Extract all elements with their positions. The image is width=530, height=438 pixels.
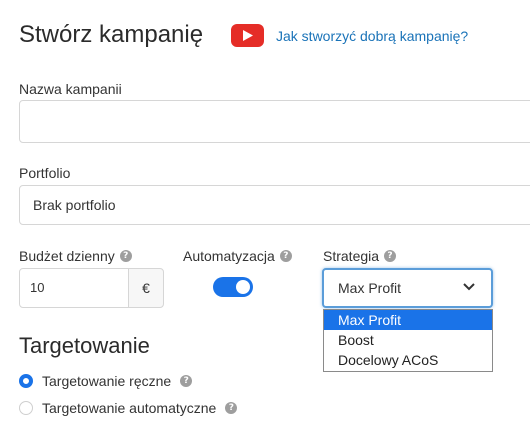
youtube-play-icon[interactable] bbox=[231, 24, 264, 47]
chevron-down-icon bbox=[463, 283, 475, 291]
question-icon[interactable]: ? bbox=[279, 250, 292, 262]
portfolio-select[interactable]: Brak portfolio bbox=[19, 185, 530, 225]
toggle-knob bbox=[236, 280, 250, 294]
radio-selected-icon[interactable] bbox=[19, 374, 33, 388]
automation-toggle[interactable] bbox=[213, 277, 253, 297]
page-title: Stwórz kampanię bbox=[19, 21, 204, 48]
strategy-option-boost[interactable]: Boost bbox=[324, 330, 492, 350]
strategy-label: Strategia ? bbox=[323, 247, 397, 265]
automation-label: Automatyzacja ? bbox=[183, 247, 292, 265]
play-icon bbox=[243, 30, 253, 41]
strategy-option-max-profit[interactable]: Max Profit bbox=[324, 310, 492, 330]
portfolio-label: Portfolio bbox=[19, 165, 71, 181]
question-icon[interactable]: ? bbox=[180, 375, 193, 387]
question-icon[interactable]: ? bbox=[225, 402, 238, 414]
question-icon[interactable]: ? bbox=[119, 250, 132, 262]
targeting-manual-radio[interactable]: Targetowanie ręczne ? bbox=[19, 373, 193, 389]
strategy-select[interactable]: Max Profit bbox=[322, 268, 493, 308]
question-icon[interactable]: ? bbox=[384, 250, 397, 262]
targeting-title: Targetowanie bbox=[19, 333, 150, 358]
campaign-name-label: Nazwa kampanii bbox=[19, 81, 122, 97]
currency-addon: € bbox=[128, 268, 164, 308]
radio-unselected-icon[interactable] bbox=[19, 401, 33, 415]
campaign-name-input[interactable] bbox=[19, 100, 530, 143]
budget-input[interactable]: 10 bbox=[19, 268, 129, 308]
strategy-selected-value: Max Profit bbox=[338, 280, 402, 296]
strategy-option-target-acos[interactable]: Docelowy ACoS bbox=[324, 350, 492, 370]
targeting-auto-radio[interactable]: Targetowanie automatyczne ? bbox=[19, 400, 238, 416]
strategy-dropdown: Max Profit Boost Docelowy ACoS bbox=[323, 309, 493, 372]
help-link[interactable]: Jak stworzyć dobrą kampanię? bbox=[276, 27, 468, 45]
budget-label: Budżet dzienny ? bbox=[19, 247, 132, 265]
